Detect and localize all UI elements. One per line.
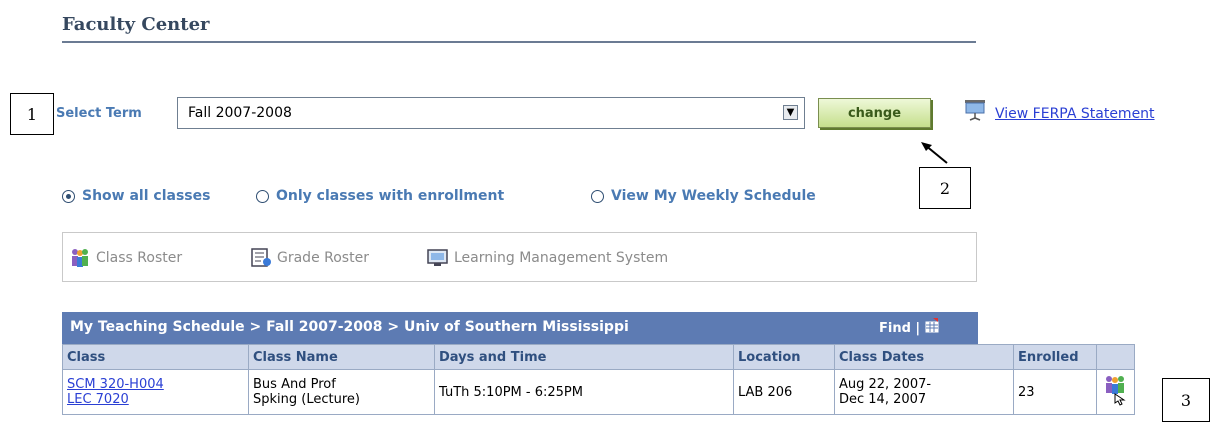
legend-class-roster-label: Class Roster xyxy=(96,250,183,266)
term-select-value: Fall 2007-2008 xyxy=(188,105,292,121)
column-header: Location xyxy=(733,344,835,370)
column-header: Class Dates xyxy=(834,344,1014,370)
term-select[interactable]: Fall 2007-2008 ▼ xyxy=(177,97,805,129)
filter-only-enrolled[interactable]: Only classes with enrollment xyxy=(256,188,504,204)
enrolled-cell: 23 xyxy=(1013,369,1097,415)
legend-class-roster: Class Roster xyxy=(69,248,182,268)
teaching-schedule-grid: My Teaching Schedule > Fall 2007-2008 > … xyxy=(62,312,1135,415)
lms-icon xyxy=(427,249,448,266)
view-all-grid-icon[interactable] xyxy=(924,318,940,334)
callout-2: 2 xyxy=(919,167,971,209)
class-dates-cell: Aug 22, 2007- Dec 14, 2007 xyxy=(834,369,1014,415)
column-header: Class xyxy=(62,344,249,370)
class-roster-icon[interactable] xyxy=(1103,374,1129,406)
table-row: SCM 320-H004 LEC 7020 Bus And Prof Spkin… xyxy=(62,369,1135,415)
filter-weekly-schedule-label: View My Weekly Schedule xyxy=(611,188,816,204)
page-title: Faculty Center xyxy=(62,14,210,35)
class-section-link[interactable]: SCM 320-H004 xyxy=(67,377,244,392)
filter-weekly-schedule[interactable]: View My Weekly Schedule xyxy=(591,188,816,204)
roster-cell xyxy=(1096,369,1135,415)
icon-legend-bar: Class Roster Grade Roster Learning Manag… xyxy=(62,232,977,282)
filter-show-all-label: Show all classes xyxy=(82,188,211,204)
ferpa-statement-link[interactable]: View FERPA Statement xyxy=(995,106,1155,122)
callout-2-arrow-icon xyxy=(921,142,948,164)
select-term-label: Select Term xyxy=(56,106,142,121)
radio-button-checked[interactable] xyxy=(62,189,75,203)
class-dates-line: Aug 22, 2007- xyxy=(839,377,932,392)
class-number-link[interactable]: LEC 7020 xyxy=(67,392,244,407)
grid-header: My Teaching Schedule > Fall 2007-2008 > … xyxy=(62,312,978,344)
class-cell: SCM 320-H004 LEC 7020 xyxy=(62,369,249,415)
chevron-down-icon[interactable]: ▼ xyxy=(783,105,798,120)
change-button[interactable]: change xyxy=(818,98,931,128)
grade-roster-icon xyxy=(251,248,271,267)
column-header: Enrolled xyxy=(1013,344,1097,370)
class-name-line: Spking (Lecture) xyxy=(253,392,360,407)
callout-3: 3 xyxy=(1162,378,1210,422)
class-dates-line: Dec 14, 2007 xyxy=(839,392,927,407)
grid-title: My Teaching Schedule > Fall 2007-2008 > … xyxy=(70,319,629,335)
schedule-table: Class Class Name Days and Time Location … xyxy=(62,344,1135,415)
class-name-cell: Bus And Prof Spking (Lecture) xyxy=(248,369,435,415)
filter-only-enrolled-label: Only classes with enrollment xyxy=(276,188,505,204)
find-link[interactable]: Find | xyxy=(879,321,920,336)
presentation-icon[interactable] xyxy=(962,99,988,121)
column-header: Days and Time xyxy=(434,344,734,370)
title-divider xyxy=(62,41,976,43)
legend-lms: Learning Management System xyxy=(427,248,668,268)
class-name-line: Bus And Prof xyxy=(253,377,336,392)
radio-button[interactable] xyxy=(256,189,269,203)
location-cell: LAB 206 xyxy=(733,369,835,415)
column-header: Class Name xyxy=(248,344,435,370)
class-roster-icon xyxy=(72,249,88,267)
filter-show-all[interactable]: Show all classes xyxy=(62,188,210,204)
radio-button[interactable] xyxy=(591,189,604,203)
table-header-row: Class Class Name Days and Time Location … xyxy=(62,344,1135,370)
days-time-cell: TuTh 5:10PM - 6:25PM xyxy=(434,369,734,415)
callout-1: 1 xyxy=(10,93,54,135)
column-header-roster xyxy=(1096,344,1135,370)
legend-grade-roster: Grade Roster xyxy=(250,248,369,268)
legend-grade-roster-label: Grade Roster xyxy=(277,250,369,266)
legend-lms-label: Learning Management System xyxy=(454,250,669,266)
